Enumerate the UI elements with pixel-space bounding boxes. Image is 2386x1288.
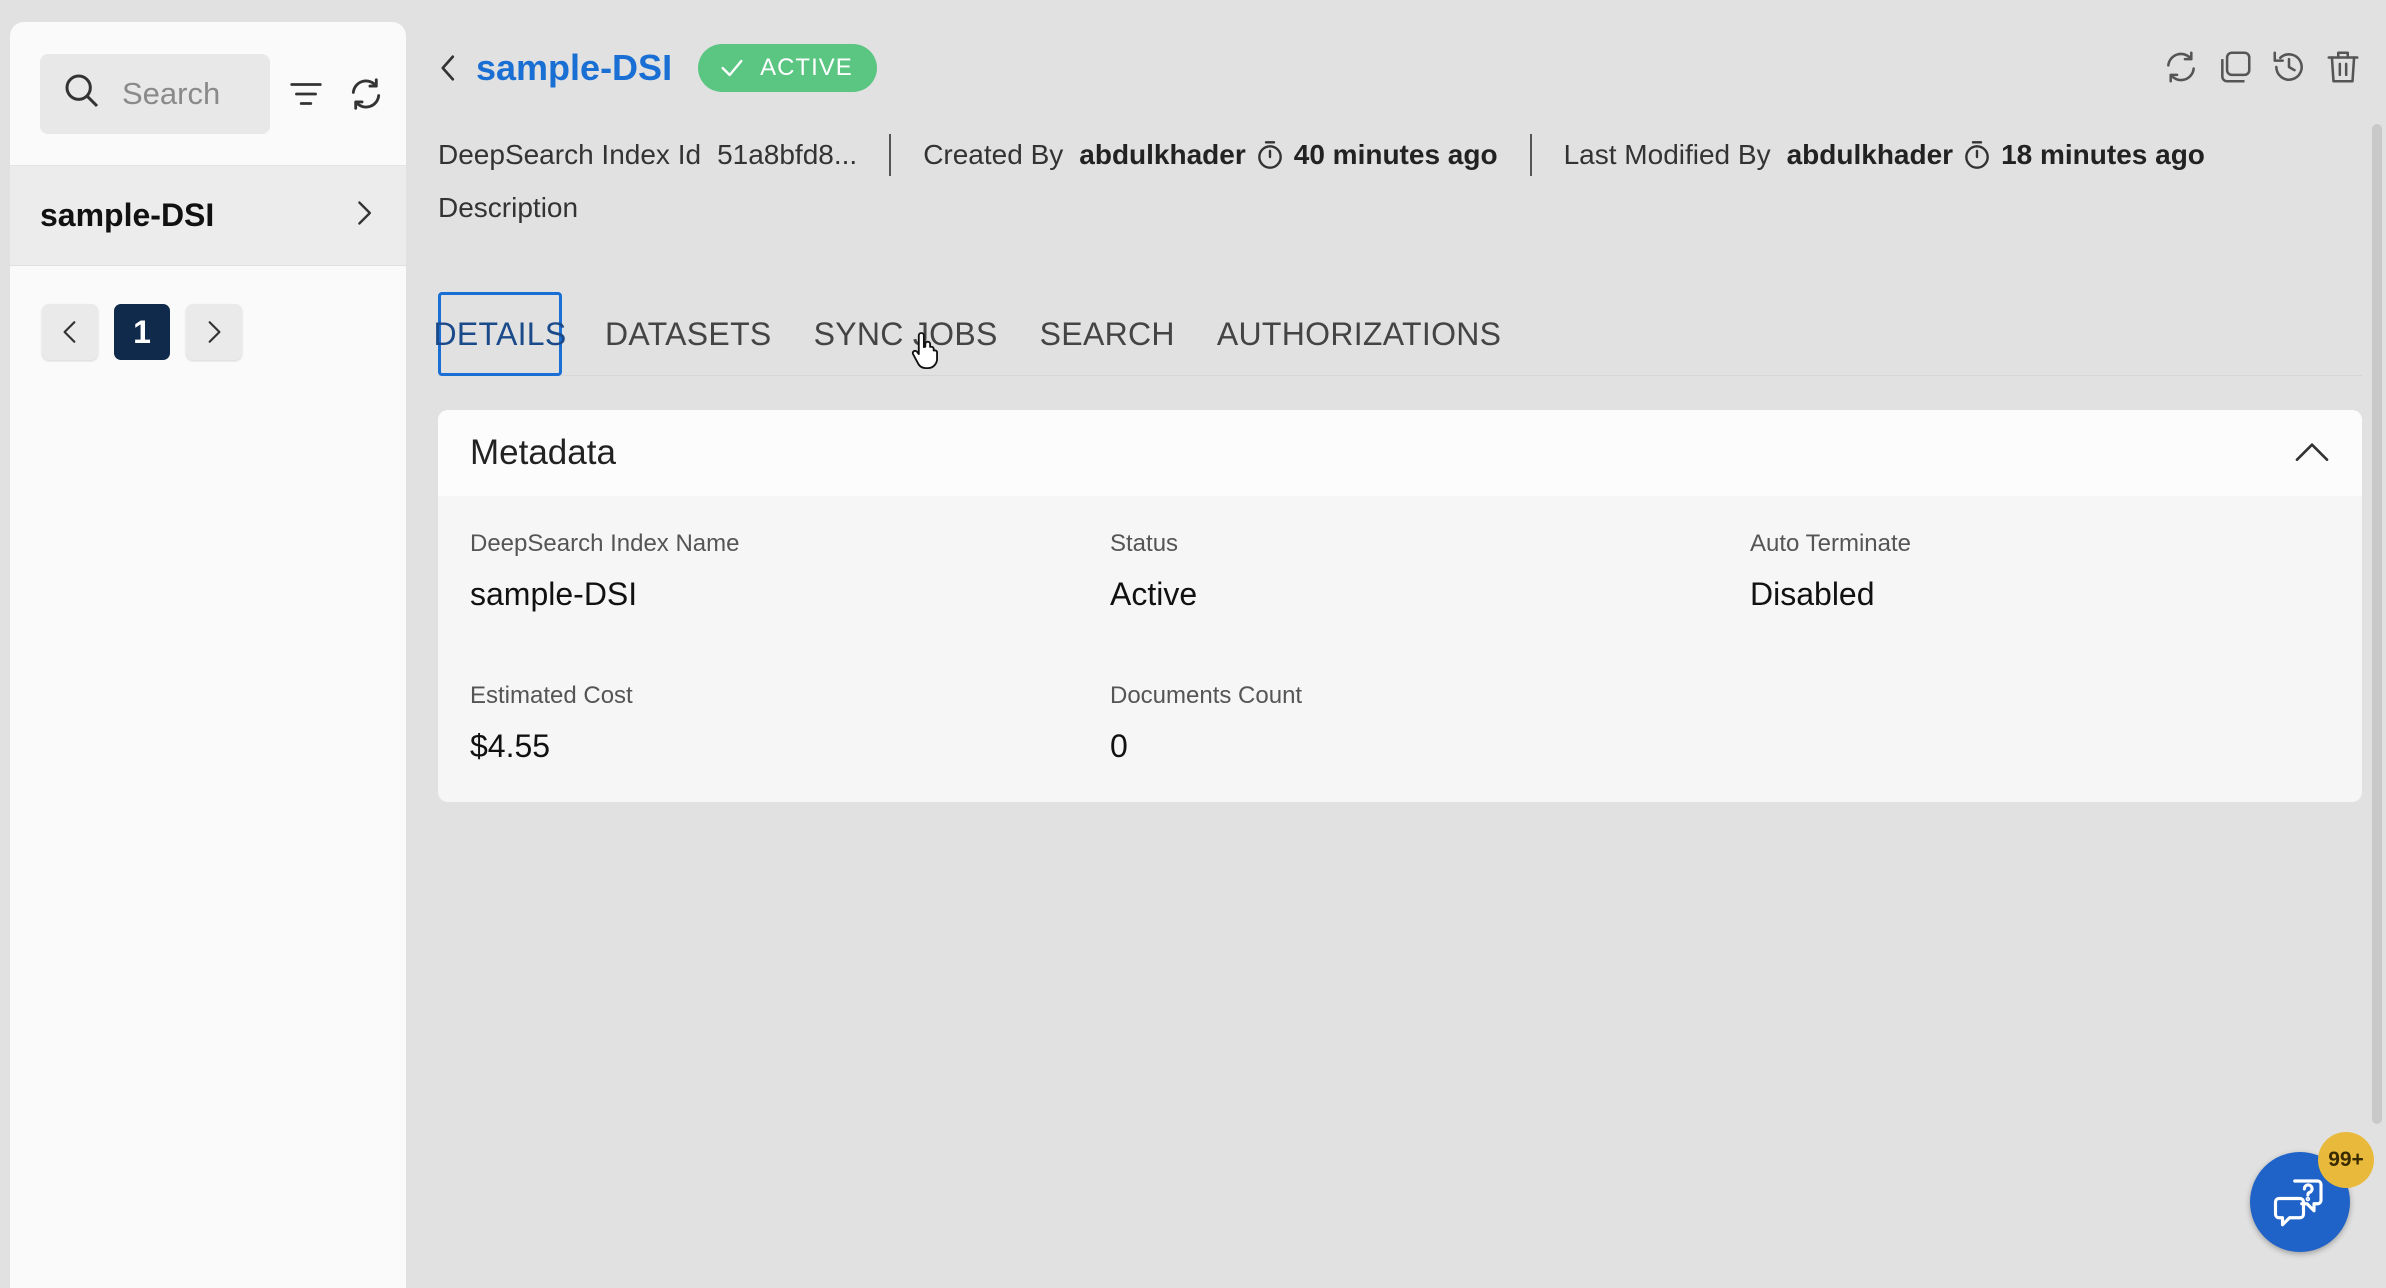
field-index-name: DeepSearch Index Name sample-DSI [470,530,739,613]
chevron-up-icon[interactable] [2292,433,2332,473]
modified-by-user: abdulkhader [1786,139,1954,170]
timer-icon [1257,141,1282,169]
hand-pointer-icon [911,332,938,370]
page-header: sample-DSI ACTIVE [434,44,877,92]
history-icon[interactable] [2270,48,2308,86]
field-estimated-cost: Estimated Cost $4.55 [470,682,633,765]
search-input[interactable] [122,75,262,112]
chevron-right-icon [350,199,378,232]
sidebar-item-label: sample-DSI [40,197,215,233]
field-value: 0 [1110,728,1128,764]
field-status: Status Active [1110,530,1197,613]
tab-sync-jobs[interactable]: SYNC JOBS [793,292,1019,376]
pagination: 1 [10,266,406,360]
page-title: sample-DSI [476,47,673,88]
modified-ago: 18 minutes ago [2001,139,2205,170]
notification-badge: 99+ [2318,1132,2374,1188]
created-by-user: abdulkhader [1079,139,1246,170]
search-icon [62,71,102,116]
divider [1529,134,1532,176]
field-label: Documents Count [1110,682,1303,709]
index-id-label: DeepSearch Index Id [438,139,702,170]
divider [889,134,892,176]
tab-bar: DETAILS DATASETS SYNC JOBS SEARCH AUTHOR… [433,292,2362,376]
sidebar: sample-DSI 1 [10,22,406,1288]
metadata-card: Metadata DeepSearch Index Name sample-DS… [438,410,2362,802]
field-label: Estimated Cost [470,682,633,709]
created-by-label: Created By [923,139,1064,170]
description-label: Description [438,192,579,223]
delete-icon[interactable] [2324,48,2362,86]
header-actions [2162,48,2362,86]
clone-icon[interactable] [2216,48,2254,86]
metadata-card-title: Metadata [470,433,616,472]
field-value: $4.55 [470,728,551,764]
field-auto-terminate: Auto Terminate Disabled [1750,530,1911,613]
field-value: sample-DSI [470,576,638,612]
meta-row: DeepSearch Index Id 51a8bfd8... Created … [438,134,2205,176]
back-chevron-icon[interactable] [434,53,464,83]
status-badge: ACTIVE [698,44,877,92]
sidebar-item-sample-dsi[interactable]: sample-DSI [10,166,406,266]
refresh-list-icon[interactable] [342,70,390,118]
field-label: Status [1110,530,1179,557]
field-value: Active [1110,576,1198,612]
page-number-button[interactable]: 1 [114,304,170,360]
scrollbar[interactable] [2372,124,2382,1124]
refresh-icon[interactable] [2162,48,2200,86]
check-icon [721,59,743,77]
index-id-value[interactable]: 51a8bfd8... [717,139,857,171]
status-badge-label: ACTIVE [760,54,853,81]
main-panel: sample-DSI ACTIVE DeepSearch Index Id 51… [406,0,2386,1288]
tab-search[interactable]: SEARCH [1019,292,1196,376]
timer-icon [1965,141,1989,169]
metadata-card-header[interactable]: Metadata [438,410,2362,496]
field-label: Auto Terminate [1750,530,1911,557]
filter-icon[interactable] [282,70,330,118]
tab-authorizations[interactable]: AUTHORIZATIONS [1196,292,1523,376]
created-ago: 40 minutes ago [1293,139,1498,170]
tab-datasets[interactable]: DATASETS [605,292,793,376]
field-label: DeepSearch Index Name [470,530,740,557]
sidebar-toolbar [10,22,406,166]
search-box[interactable] [40,53,270,134]
next-page-button[interactable] [186,304,242,360]
prev-page-button[interactable] [42,304,98,360]
field-documents-count: Documents Count 0 [1110,682,1302,765]
tab-details[interactable]: DETAILS [433,292,566,376]
help-chat-icon [2273,1179,2323,1227]
modified-by-label: Last Modified By [1563,139,1771,170]
field-value: Disabled [1750,576,1875,612]
